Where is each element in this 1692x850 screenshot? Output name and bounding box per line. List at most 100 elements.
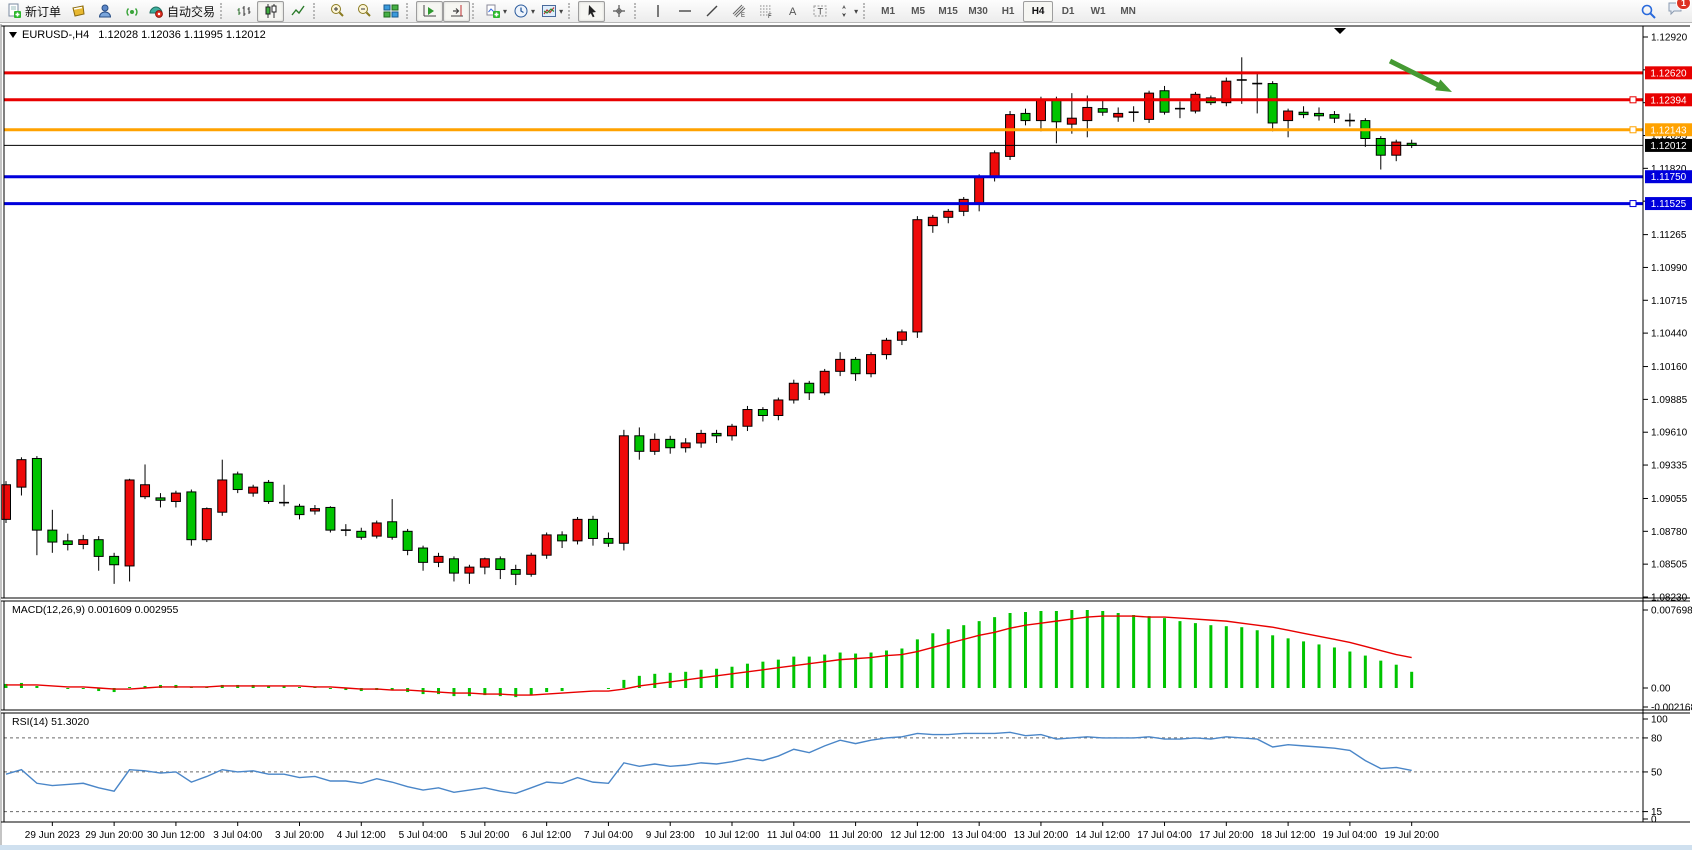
periods-button[interactable]: ▾ <box>510 1 538 22</box>
candle-body[interactable] <box>681 443 690 448</box>
timeframe-m15-button[interactable]: M15 <box>933 1 963 22</box>
candle-body[interactable] <box>990 153 999 177</box>
cursor-tool-button[interactable] <box>578 1 605 22</box>
indicators-button[interactable]: ▾ <box>482 1 510 22</box>
horizontal-line-tool-button[interactable] <box>671 1 698 22</box>
candle-body[interactable] <box>913 220 922 332</box>
candle-body[interactable] <box>249 487 258 493</box>
arrows-tool-button[interactable]: ▾ <box>833 1 861 22</box>
candle-body[interactable] <box>357 531 366 537</box>
toolbar-grip[interactable] <box>568 3 575 19</box>
candle-body[interactable] <box>897 332 906 340</box>
bar-chart-button[interactable] <box>230 1 257 22</box>
candle-body[interactable] <box>141 485 150 497</box>
timeframe-d1-button[interactable]: D1 <box>1053 1 1083 22</box>
candle-body[interactable] <box>728 426 737 436</box>
candle-body[interactable] <box>264 482 273 501</box>
candle-body[interactable] <box>79 540 88 545</box>
candle-body[interactable] <box>959 199 968 211</box>
candle-body[interactable] <box>635 436 644 452</box>
candle-body[interactable] <box>202 509 211 540</box>
candle-body[interactable] <box>712 433 721 435</box>
candle-body[interactable] <box>619 436 628 543</box>
profiles-button[interactable] <box>64 1 91 22</box>
candle-body[interactable] <box>465 567 474 573</box>
candle-body[interactable] <box>434 556 443 562</box>
signals-button[interactable] <box>118 1 145 22</box>
line-handle[interactable] <box>1630 201 1636 207</box>
toolbar-grip[interactable] <box>634 3 641 19</box>
candle-body[interactable] <box>542 535 551 555</box>
candle-body[interactable] <box>697 433 706 443</box>
candle-body[interactable] <box>295 506 304 514</box>
candle-body[interactable] <box>187 492 196 540</box>
candle-body[interactable] <box>326 507 335 530</box>
candle-body[interactable] <box>1160 91 1169 112</box>
candle-body[interactable] <box>125 480 134 566</box>
line-handle[interactable] <box>1630 97 1636 103</box>
candle-body[interactable] <box>1268 84 1277 123</box>
timeframe-m1-button[interactable]: M1 <box>873 1 903 22</box>
candle-body[interactable] <box>171 493 180 501</box>
candle-body[interactable] <box>1083 107 1092 120</box>
price-chart[interactable]: 1.129201.126451.123701.120951.118201.115… <box>0 0 1692 850</box>
text-tool-button[interactable]: A <box>779 1 806 22</box>
candle-body[interactable] <box>310 509 319 511</box>
line-chart-button[interactable] <box>284 1 311 22</box>
candle-body[interactable] <box>511 570 520 575</box>
line-handle[interactable] <box>1630 127 1636 133</box>
timeframe-m30-button[interactable]: M30 <box>963 1 993 22</box>
new-order-button[interactable]: 新订单 <box>3 1 64 22</box>
candle-body[interactable] <box>558 535 567 541</box>
candle-body[interactable] <box>650 439 659 451</box>
candle-body[interactable] <box>604 538 613 543</box>
chart-collapse-arrow-icon[interactable] <box>9 32 17 38</box>
candle-body[interactable] <box>496 559 505 570</box>
candle-body[interactable] <box>17 460 26 487</box>
candle-body[interactable] <box>1284 111 1293 121</box>
timeframe-m5-button[interactable]: M5 <box>903 1 933 22</box>
candle-body[interactable] <box>1314 113 1323 115</box>
notifications-button[interactable]: 1 <box>1667 0 1684 22</box>
candle-body[interactable] <box>94 540 103 557</box>
channel-tool-button[interactable]: E <box>725 1 752 22</box>
zoom-out-button[interactable] <box>350 1 377 22</box>
candle-body[interactable] <box>789 383 798 400</box>
timeframe-h4-button[interactable]: H4 <box>1023 1 1053 22</box>
candle-body[interactable] <box>1145 93 1154 119</box>
candle-body[interactable] <box>218 480 227 512</box>
candle-body[interactable] <box>156 498 165 500</box>
candle-body[interactable] <box>1021 113 1030 120</box>
candle-body[interactable] <box>1098 109 1107 113</box>
candle-body[interactable] <box>372 523 381 536</box>
candle-body[interactable] <box>233 474 242 490</box>
toolbar-grip[interactable] <box>406 3 413 19</box>
candle-body[interactable] <box>2 485 11 520</box>
candle-body[interactable] <box>573 519 582 540</box>
toolbar-grip[interactable] <box>863 3 870 19</box>
candle-body[interactable] <box>1067 118 1076 124</box>
search-icon[interactable] <box>1640 3 1657 20</box>
candle-body[interactable] <box>975 177 984 203</box>
candle-body[interactable] <box>1392 142 1401 155</box>
candle-body[interactable] <box>836 359 845 371</box>
candle-body[interactable] <box>1376 138 1385 155</box>
fibonacci-tool-button[interactable]: F <box>752 1 779 22</box>
toolbar-grip[interactable] <box>220 3 227 19</box>
candle-body[interactable] <box>1006 115 1015 157</box>
toolbar-grip[interactable] <box>313 3 320 19</box>
candle-body[interactable] <box>588 519 597 538</box>
candle-body[interactable] <box>527 555 536 574</box>
candle-body[interactable] <box>1330 115 1339 119</box>
chart-shift-button[interactable] <box>443 1 470 22</box>
candle-body[interactable] <box>449 559 458 573</box>
candle-body[interactable] <box>928 217 937 225</box>
text-label-tool-button[interactable]: T <box>806 1 833 22</box>
zoom-in-button[interactable] <box>323 1 350 22</box>
candle-body[interactable] <box>944 211 953 217</box>
candle-body[interactable] <box>1114 113 1123 117</box>
candle-body[interactable] <box>403 531 412 550</box>
candle-body[interactable] <box>480 559 489 567</box>
candle-body[interactable] <box>851 359 860 373</box>
candlestick-chart-button[interactable] <box>257 1 284 22</box>
